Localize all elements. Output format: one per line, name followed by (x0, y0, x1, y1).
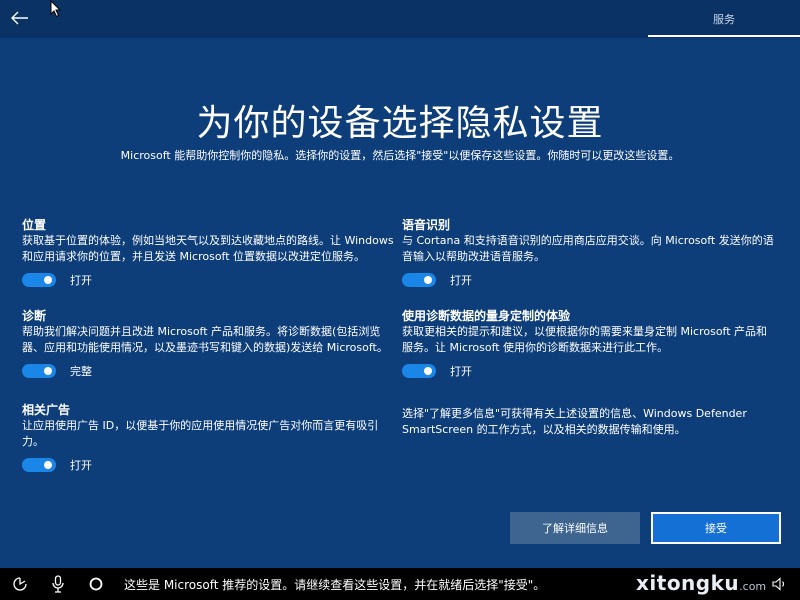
location-toggle[interactable] (22, 273, 56, 287)
setting-title: 位置 (22, 218, 47, 232)
setting-diagnostics: 诊断 帮助我们解决问题并且改进 Microsoft 产品和服务。将诊断数据(包括… (22, 309, 394, 382)
page-title: 为你的设备选择隐私设置 (196, 103, 604, 144)
top-bar: 服务 (0, 0, 800, 38)
page-subtitle: Microsoft 能帮助你控制你的隐私。选择你的设置，然后选择"接受"以便保存… (120, 149, 680, 162)
toggle-knob (424, 276, 432, 284)
toggle-state-label: 打开 (70, 459, 92, 472)
toggle-state-label: 打开 (450, 365, 472, 378)
setting-description: 获取基于位置的体验，例如当地天气以及到达收藏地点的路线。让 Windows 和应… (22, 234, 394, 263)
setting-relevant-ads: 相关广告 让应用使用广告 ID，以便基于你的应用使用情况使广告对你而言更有吸引力… (22, 403, 394, 476)
back-button[interactable] (8, 6, 32, 30)
toggle-row: 打开 (22, 454, 394, 476)
setting-description: 获取更相关的提示和建议，以便根据你的需要来量身定制 Microsoft 产品和服… (402, 325, 768, 354)
cortana-button[interactable] (86, 574, 106, 594)
setting-description: 帮助我们解决问题并且改进 Microsoft 产品和服务。将诊断数据(包括浏览器… (22, 325, 388, 354)
setting-speech-recognition: 语音识别 与 Cortana 和支持语音识别的应用商店应用交谈。向 Micros… (402, 218, 774, 291)
cortana-circle-icon (89, 577, 103, 591)
toggle-row: 打开 (402, 360, 774, 382)
toggle-knob (424, 367, 432, 375)
speech-toggle[interactable] (402, 273, 436, 287)
ease-of-access-icon (13, 577, 27, 591)
toggle-row: 打开 (402, 269, 774, 291)
mouse-cursor-icon (50, 0, 62, 18)
toggle-knob (44, 276, 52, 284)
setting-description: 让应用使用广告 ID，以便基于你的应用使用情况使广告对你而言更有吸引力。 (22, 419, 379, 448)
watermark-text: xitongku (636, 571, 740, 595)
info-note: 选择"了解更多信息"可获得有关上述设置的信息、Windows Defender … (402, 407, 747, 436)
tab-services[interactable]: 服务 (648, 0, 800, 38)
toggle-knob (44, 461, 52, 469)
setting-title: 语音识别 (402, 218, 451, 232)
back-arrow-icon (11, 11, 28, 25)
setting-title: 诊断 (22, 309, 47, 323)
toggle-state-label: 完整 (70, 365, 92, 378)
setting-location: 位置 获取基于位置的体验，例如当地天气以及到达收藏地点的路线。让 Windows… (22, 218, 394, 291)
tab-active-indicator (648, 35, 800, 37)
bottom-bar: 这些是 Microsoft 推荐的设置。请继续查看这些设置，并在就绪后选择"接受… (0, 568, 800, 600)
ease-of-access-button[interactable] (10, 574, 30, 594)
recommendation-message: 这些是 Microsoft 推荐的设置。请继续查看这些设置，并在就绪后选择"接受… (124, 578, 546, 592)
toggle-knob (44, 367, 52, 375)
watermark-suffix: .com (739, 580, 767, 593)
setting-tailored-experiences: 使用诊断数据的量身定制的体验 获取更相关的提示和建议，以便根据你的需要来量身定制… (402, 309, 774, 382)
microphone-icon (52, 575, 64, 593)
toggle-state-label: 打开 (450, 274, 472, 287)
accept-button[interactable]: 接受 (651, 512, 781, 544)
diagnostics-toggle[interactable] (22, 364, 56, 378)
setting-title: 使用诊断数据的量身定制的体验 (402, 309, 571, 323)
site-watermark: xitongku.com (636, 571, 766, 595)
toggle-state-label: 打开 (70, 274, 92, 287)
ads-toggle[interactable] (22, 458, 56, 472)
setting-description: 与 Cortana 和支持语音识别的应用商店应用交谈。向 Microsoft 发… (402, 234, 774, 263)
microphone-button[interactable] (48, 574, 68, 594)
learn-more-button[interactable]: 了解详细信息 (510, 512, 640, 544)
tailored-experiences-toggle[interactable] (402, 364, 436, 378)
toggle-row: 打开 (22, 269, 394, 291)
volume-button[interactable] (770, 574, 790, 594)
volume-icon (772, 577, 785, 591)
toggle-row: 完整 (22, 360, 394, 382)
setting-title: 相关广告 (22, 403, 71, 417)
